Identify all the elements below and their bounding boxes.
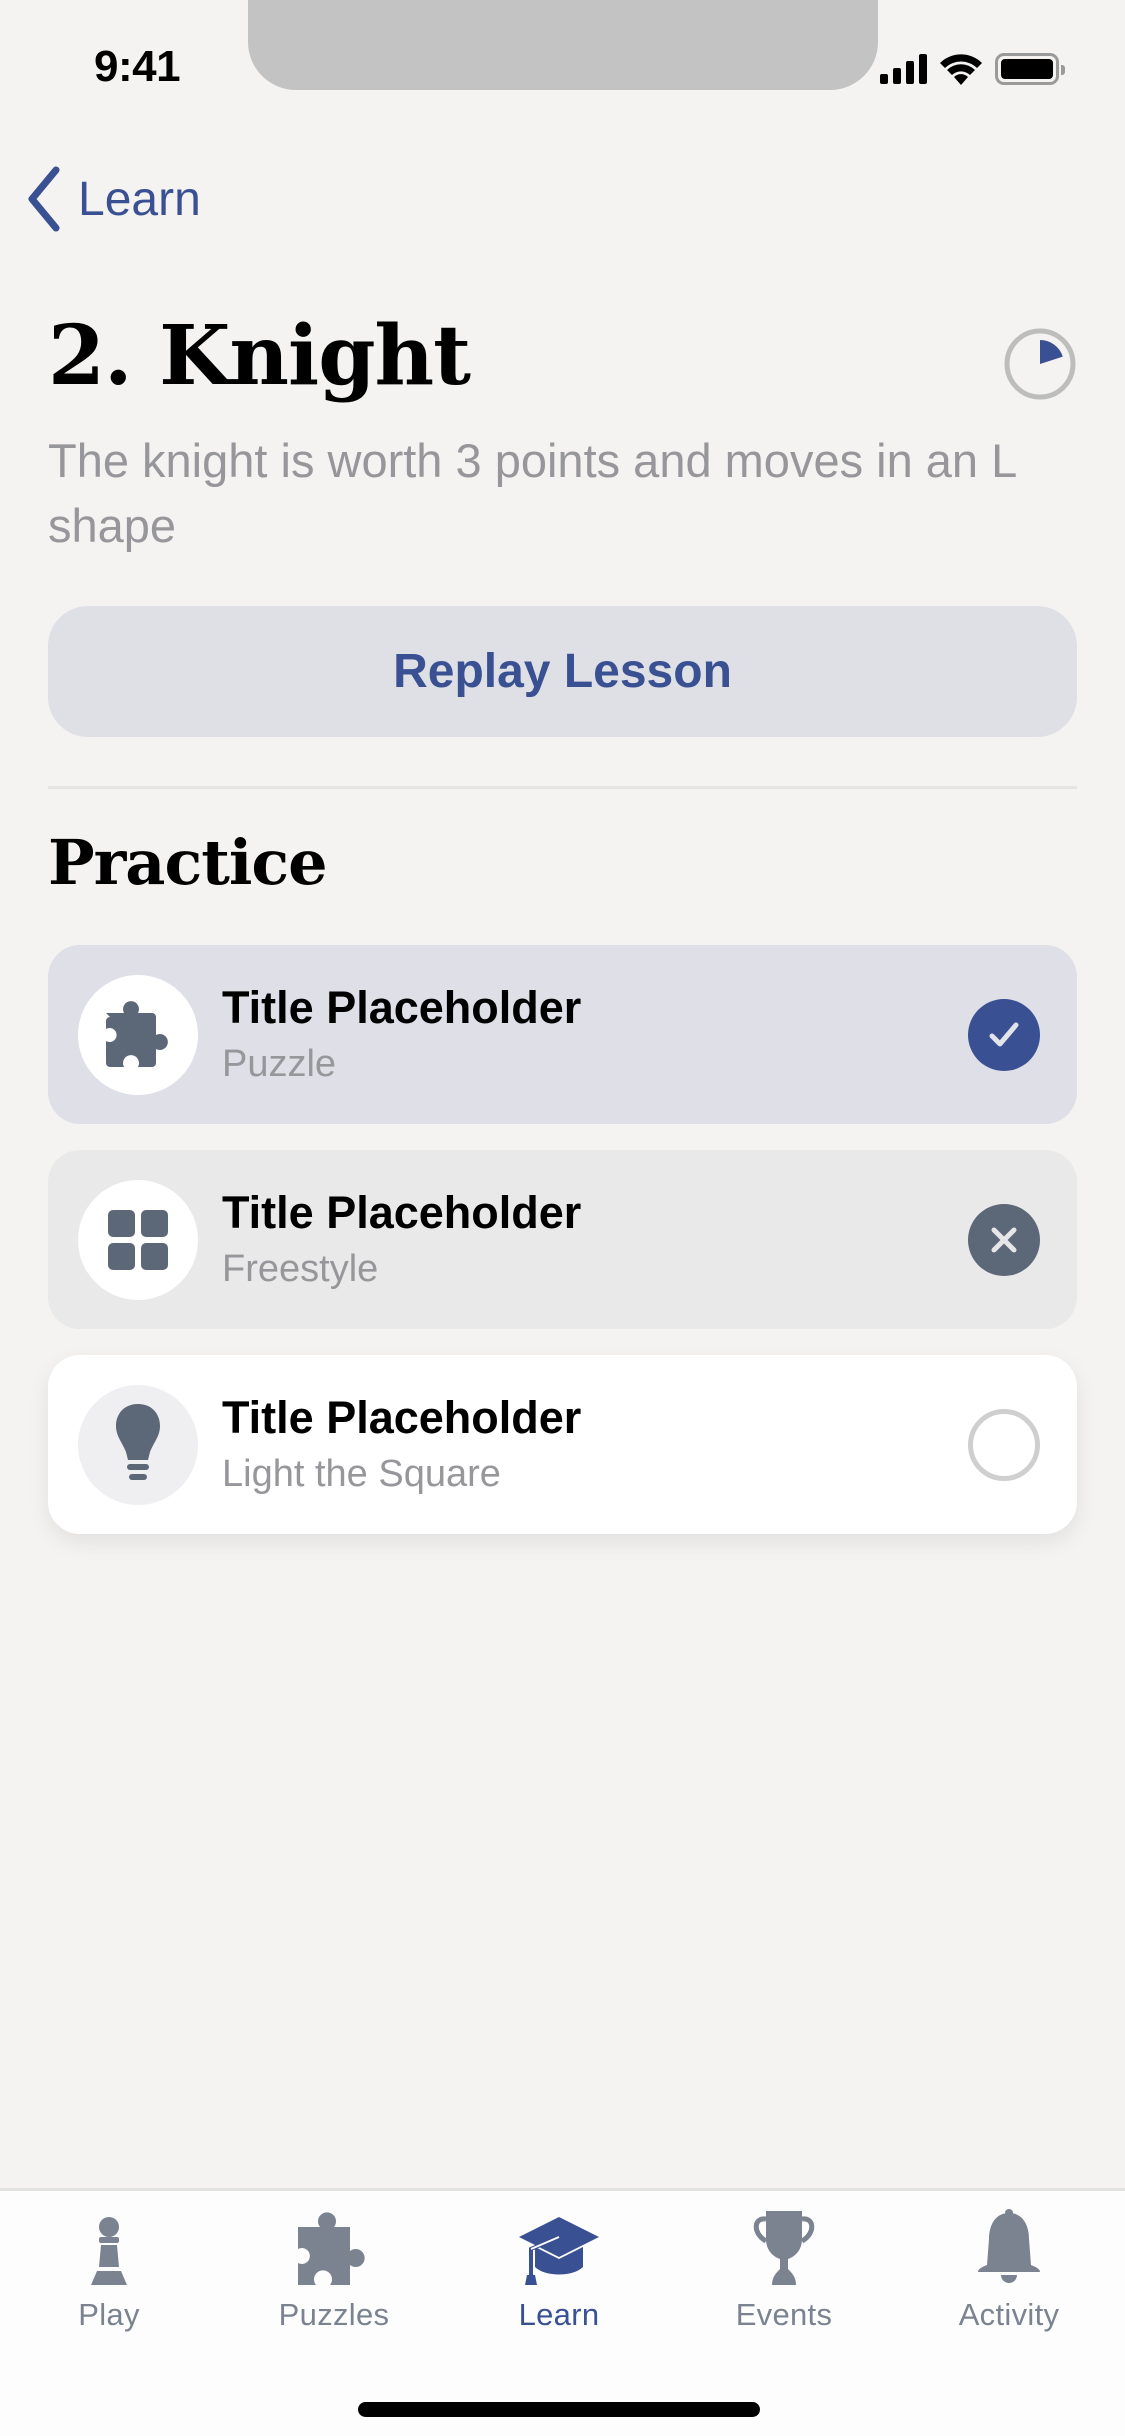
- practice-item-icon-circle: [78, 1180, 198, 1300]
- pawn-icon: [91, 2217, 127, 2285]
- status-bar: 9:41: [0, 0, 1125, 100]
- tab-activity[interactable]: Activity: [909, 2205, 1109, 2335]
- lesson-title: 2. Knight: [48, 308, 471, 404]
- failed-status-badge: [968, 1204, 1040, 1276]
- practice-item-type: Light the Square: [222, 1453, 501, 1495]
- status-icons: [880, 52, 1065, 86]
- tab-label: Activity: [958, 2297, 1060, 2332]
- puzzle-piece-icon: [298, 2212, 365, 2285]
- home-indicator[interactable]: [358, 2402, 760, 2417]
- progress-ring-fill: [1040, 340, 1063, 364]
- graduation-cap-icon: [519, 2217, 599, 2285]
- tab-label: Learn: [518, 2297, 600, 2332]
- tab-label: Puzzles: [278, 2297, 390, 2332]
- lesson-progress-icon[interactable]: [1002, 326, 1078, 402]
- practice-item-icon-circle: [78, 975, 198, 1095]
- practice-item-title: Title Placeholder: [222, 1187, 582, 1238]
- practice-item-title: Title Placeholder: [222, 1392, 582, 1443]
- chevron-left-icon: [28, 166, 60, 232]
- lightbulb-icon: [116, 1404, 160, 1480]
- bell-icon: [978, 2209, 1040, 2283]
- device-notch: [248, 0, 878, 90]
- tab-learn[interactable]: Learn: [459, 2205, 659, 2335]
- tab-puzzles[interactable]: Puzzles: [234, 2205, 434, 2335]
- practice-item[interactable]: Title Placeholder Light the Square: [48, 1355, 1077, 1534]
- trophy-icon: [753, 2211, 815, 2285]
- practice-item-title: Title Placeholder: [222, 982, 582, 1033]
- tab-bar: Play Puzzles Learn Events Activity: [0, 2188, 1125, 2436]
- tab-label: Play: [78, 2297, 140, 2332]
- grid-icon: [108, 1210, 168, 1270]
- tab-events[interactable]: Events: [684, 2205, 884, 2335]
- back-button[interactable]: Learn: [24, 166, 201, 232]
- practice-list: Title Placeholder Puzzle Title Placehold…: [48, 945, 1077, 1534]
- replay-lesson-button[interactable]: Replay Lesson: [48, 606, 1077, 737]
- practice-item[interactable]: Title Placeholder Freestyle: [48, 1150, 1077, 1329]
- cellular-signal-icon: [880, 54, 927, 84]
- completed-status-badge: [968, 999, 1040, 1071]
- practice-item-type: Puzzle: [222, 1043, 337, 1085]
- practice-item-type: Freestyle: [222, 1248, 379, 1290]
- practice-item-icon-circle: [78, 1385, 198, 1505]
- battery-icon: [995, 53, 1065, 85]
- back-label: Learn: [78, 172, 201, 226]
- checkmark-icon: [989, 1022, 1019, 1047]
- practice-heading: Practice: [48, 826, 328, 899]
- x-mark-icon: [991, 1227, 1017, 1253]
- section-divider: [48, 786, 1077, 789]
- status-time: 9:41: [94, 42, 181, 91]
- practice-item[interactable]: Title Placeholder Puzzle: [48, 945, 1077, 1124]
- lesson-description: The knight is worth 3 points and moves i…: [48, 434, 1016, 552]
- tab-play[interactable]: Play: [9, 2205, 209, 2335]
- tab-label: Events: [735, 2297, 833, 2332]
- empty-circle-icon: [968, 1409, 1040, 1481]
- puzzle-piece-icon: [106, 1001, 168, 1067]
- wifi-icon: [940, 54, 982, 85]
